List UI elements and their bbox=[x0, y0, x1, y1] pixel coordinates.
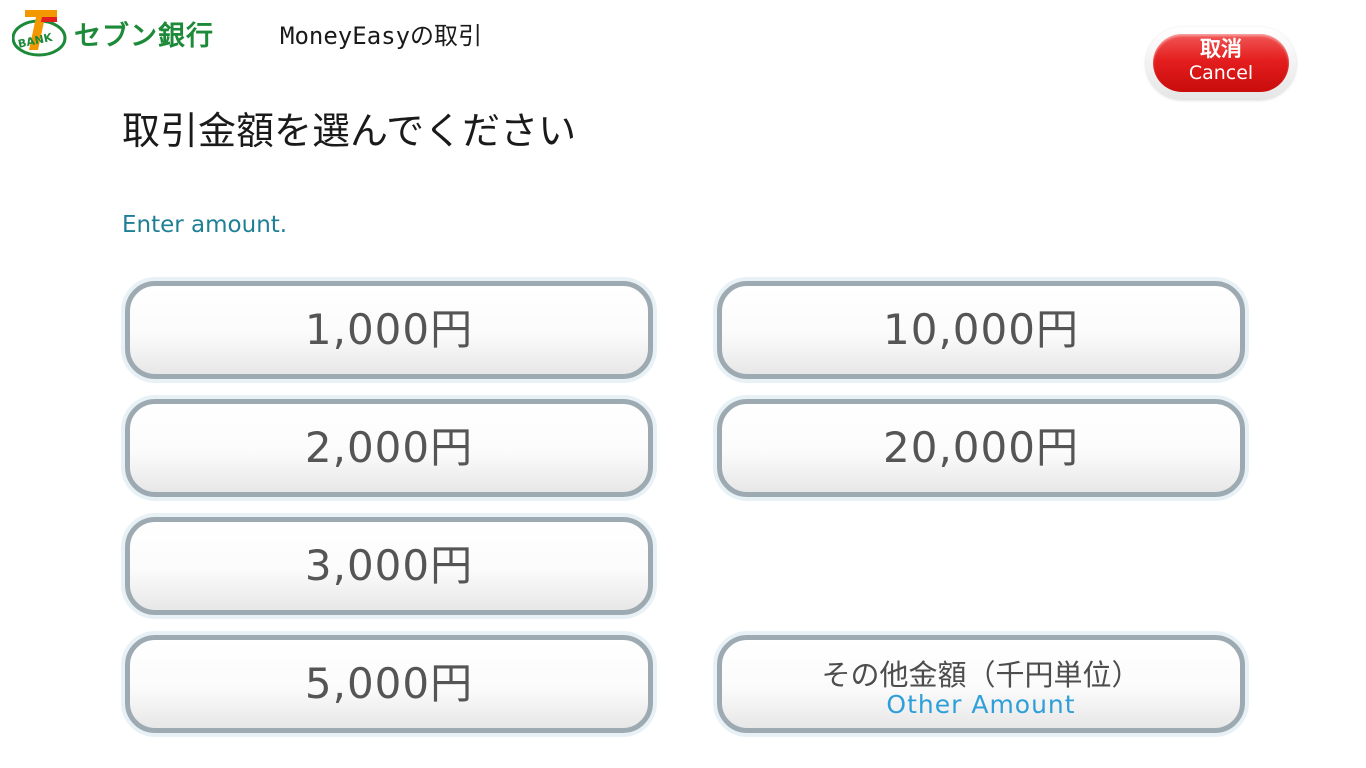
cancel-label-jp: 取消 bbox=[1200, 37, 1242, 61]
logo-text: セブン銀行 bbox=[74, 21, 214, 52]
amount-label: 1,000円 bbox=[304, 305, 474, 354]
cancel-button[interactable]: 取消 Cancel bbox=[1153, 34, 1289, 92]
other-amount-label-en: Other Amount bbox=[886, 690, 1076, 719]
instruction-subheading: Enter amount. bbox=[122, 212, 288, 238]
instruction-heading: 取引金額を選んでください bbox=[122, 109, 577, 153]
other-amount-button[interactable]: その他金額（千円単位） Other Amount bbox=[717, 635, 1245, 733]
amount-label: 2,000円 bbox=[304, 423, 474, 472]
app-title: MoneyEasyの取引 bbox=[280, 22, 483, 50]
amount-button-10000[interactable]: 10,000円 bbox=[717, 281, 1245, 379]
amount-button-5000[interactable]: 5,000円 bbox=[125, 635, 653, 733]
amount-button-2000[interactable]: 2,000円 bbox=[125, 399, 653, 497]
amount-label: 10,000円 bbox=[883, 305, 1079, 354]
amount-button-3000[interactable]: 3,000円 bbox=[125, 517, 653, 615]
amount-label: 5,000円 bbox=[304, 659, 474, 708]
cancel-button-frame: 取消 Cancel bbox=[1146, 27, 1296, 99]
amount-button-1000[interactable]: 1,000円 bbox=[125, 281, 653, 379]
atm-screen: BANK セブン銀行 MoneyEasyの取引 取消 Cancel 取引金額を選… bbox=[0, 0, 1366, 768]
cancel-label-en: Cancel bbox=[1188, 62, 1254, 84]
amount-label: 3,000円 bbox=[304, 541, 474, 590]
seven-bank-logo: BANK セブン銀行 bbox=[12, 6, 214, 58]
amount-button-20000[interactable]: 20,000円 bbox=[717, 399, 1245, 497]
other-amount-label-jp: その他金額（千円単位） bbox=[821, 658, 1141, 692]
amount-label: 20,000円 bbox=[883, 423, 1079, 472]
seven-bank-logo-icon: BANK bbox=[12, 10, 67, 57]
